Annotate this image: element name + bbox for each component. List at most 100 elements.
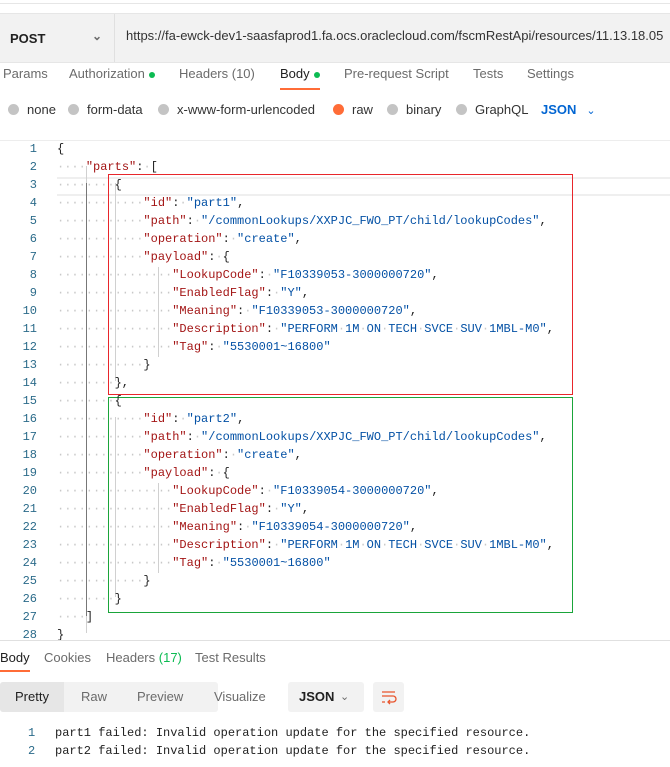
line-number: 13 [22,358,37,372]
punctuation: :· [265,322,281,336]
tab-settings[interactable]: Settings [527,66,574,90]
punctuation: :· [186,214,202,228]
punctuation: :· [222,232,238,246]
code-line: ············"path":·"/commonLookups/XXPJ… [57,214,547,228]
json-key: "operation" [143,448,223,462]
radio-x-www-form-urlencoded[interactable]: x-www-form-urlencoded [158,102,315,117]
line-number: 17 [22,430,37,444]
code-line: } [57,628,64,640]
punctuation: :·{ [208,250,230,264]
view-preview[interactable]: Preview [137,682,183,712]
whitespace-dots: ············ [57,430,144,444]
line-number: 19 [22,466,37,480]
radio-circle-selected [333,104,344,115]
whitespace-dots: ················ [57,322,173,336]
view-pretty[interactable]: Pretty [0,682,64,712]
tab-tests[interactable]: Tests [473,66,503,90]
url-input[interactable]: https://fa-ewck-dev1-saasfaprod1.fa.ocs.… [126,28,663,43]
json-string: "F10339054-3000000720" [251,520,410,534]
format-label: JSON [541,102,577,117]
punctuation: :· [265,286,281,300]
response-format-select[interactable]: JSON ⌄ [288,682,364,712]
json-string: "F10339054-3000000720" [273,484,432,498]
raw-format-select[interactable]: JSON ⌄ [541,102,596,117]
response-text: part2 failed: Invalid operation update f… [55,744,531,758]
line-number: 1 [29,142,37,156]
response-tab-body[interactable]: Body [0,650,30,672]
response-view-switcher: Pretty Raw Preview Visualize [0,682,266,712]
status-dot [148,71,155,78]
code-line: ····] [57,610,93,624]
code-line: ············"operation":·"create", [57,232,302,246]
radio-binary[interactable]: binary [387,102,441,117]
wrap-lines-button[interactable] [373,682,404,712]
tab-pre-request-script[interactable]: Pre-request Script [344,66,449,90]
code-line: ············} [57,358,151,372]
tab-headers[interactable]: Headers (10) [179,66,255,90]
punctuation: :· [258,268,274,282]
tab-body[interactable]: Body [280,66,320,90]
line-number: 5 [29,214,37,228]
request-body-editor[interactable]: 1{2 ····"parts":·[3 ········{4 ············… [0,140,670,640]
whitespace-dots: ················ [57,340,173,354]
radio-graphql[interactable]: GraphQL [456,102,528,117]
tab-authorization[interactable]: Authorization [69,66,155,90]
chevron-down-icon: ⌄ [92,29,103,43]
whitespace-dots: ················ [57,484,173,498]
punctuation: :·{ [208,466,230,480]
json-string: "5530001~16800" [222,556,331,570]
punctuation: , [237,412,245,426]
punctuation: :· [237,304,252,318]
line-number: 24 [22,556,37,570]
response-divider[interactable] [0,640,670,641]
json-key: "payload" [143,466,209,480]
punctuation: :· [265,502,281,516]
code-line: ················"EnabledFlag":·"Y", [57,286,309,300]
json-string: "5530001~16800" [222,340,331,354]
whitespace-dots: ············ [57,466,144,480]
whitespace-dots: ············ [57,448,144,462]
punctuation: , [294,448,302,462]
punctuation: } [57,628,65,640]
response-tab-test-results[interactable]: Test Results [195,650,266,672]
code-line: ················"Meaning":·"F10339054-30… [57,520,417,534]
radio-label: raw [352,102,373,117]
code-line: ················"Meaning":·"F10339053-30… [57,304,417,318]
code-line: ················"Tag":·"5530001~16800" [57,556,331,570]
line-number: 27 [22,610,37,624]
code-line: ············} [57,574,151,588]
view-raw[interactable]: Raw [81,682,107,712]
tab-params[interactable]: Params [3,66,48,90]
json-key: "LookupCode" [172,484,259,498]
json-string: "F10339053-3000000720" [251,304,410,318]
radio-raw[interactable]: raw [333,102,373,117]
json-key: "Description" [172,538,266,552]
whitespace-dots: ············ [57,574,144,588]
radio-label: binary [406,102,442,117]
line-number: 4 [29,196,37,210]
punctuation: :· [265,538,281,552]
radio-circle [68,104,79,115]
response-tab-cookies[interactable]: Cookies [44,650,91,672]
code-line: ················"EnabledFlag":·"Y", [57,502,309,516]
radio-none[interactable]: none [8,102,56,117]
view-visualize[interactable]: Visualize [214,682,266,712]
json-string: "Y" [280,502,302,516]
json-key: "Tag" [172,556,209,570]
json-key: "parts" [85,160,137,174]
method-select[interactable]: POST ⌄ [0,14,115,62]
punctuation: :· [208,556,223,570]
line-number: 12 [22,340,37,354]
response-tab-headers[interactable]: Headers (17) [106,650,182,672]
json-string: "PERFORM·1M·ON·TECH·SVCE·SUV·1MBL-M0" [280,538,547,552]
code-line: ············"operation":·"create", [57,448,302,462]
radio-form-data[interactable]: form-data [68,102,143,117]
code-line: ············"path":·"/commonLookups/XXPJ… [57,430,547,444]
code-line: ············"payload":·{ [57,250,230,264]
whitespace-dots: ················ [57,304,173,318]
punctuation: , [431,268,439,282]
whitespace-dots: ···· [57,160,86,174]
radio-circle [387,104,398,115]
line-number: 26 [22,592,37,606]
punctuation: , [237,196,245,210]
